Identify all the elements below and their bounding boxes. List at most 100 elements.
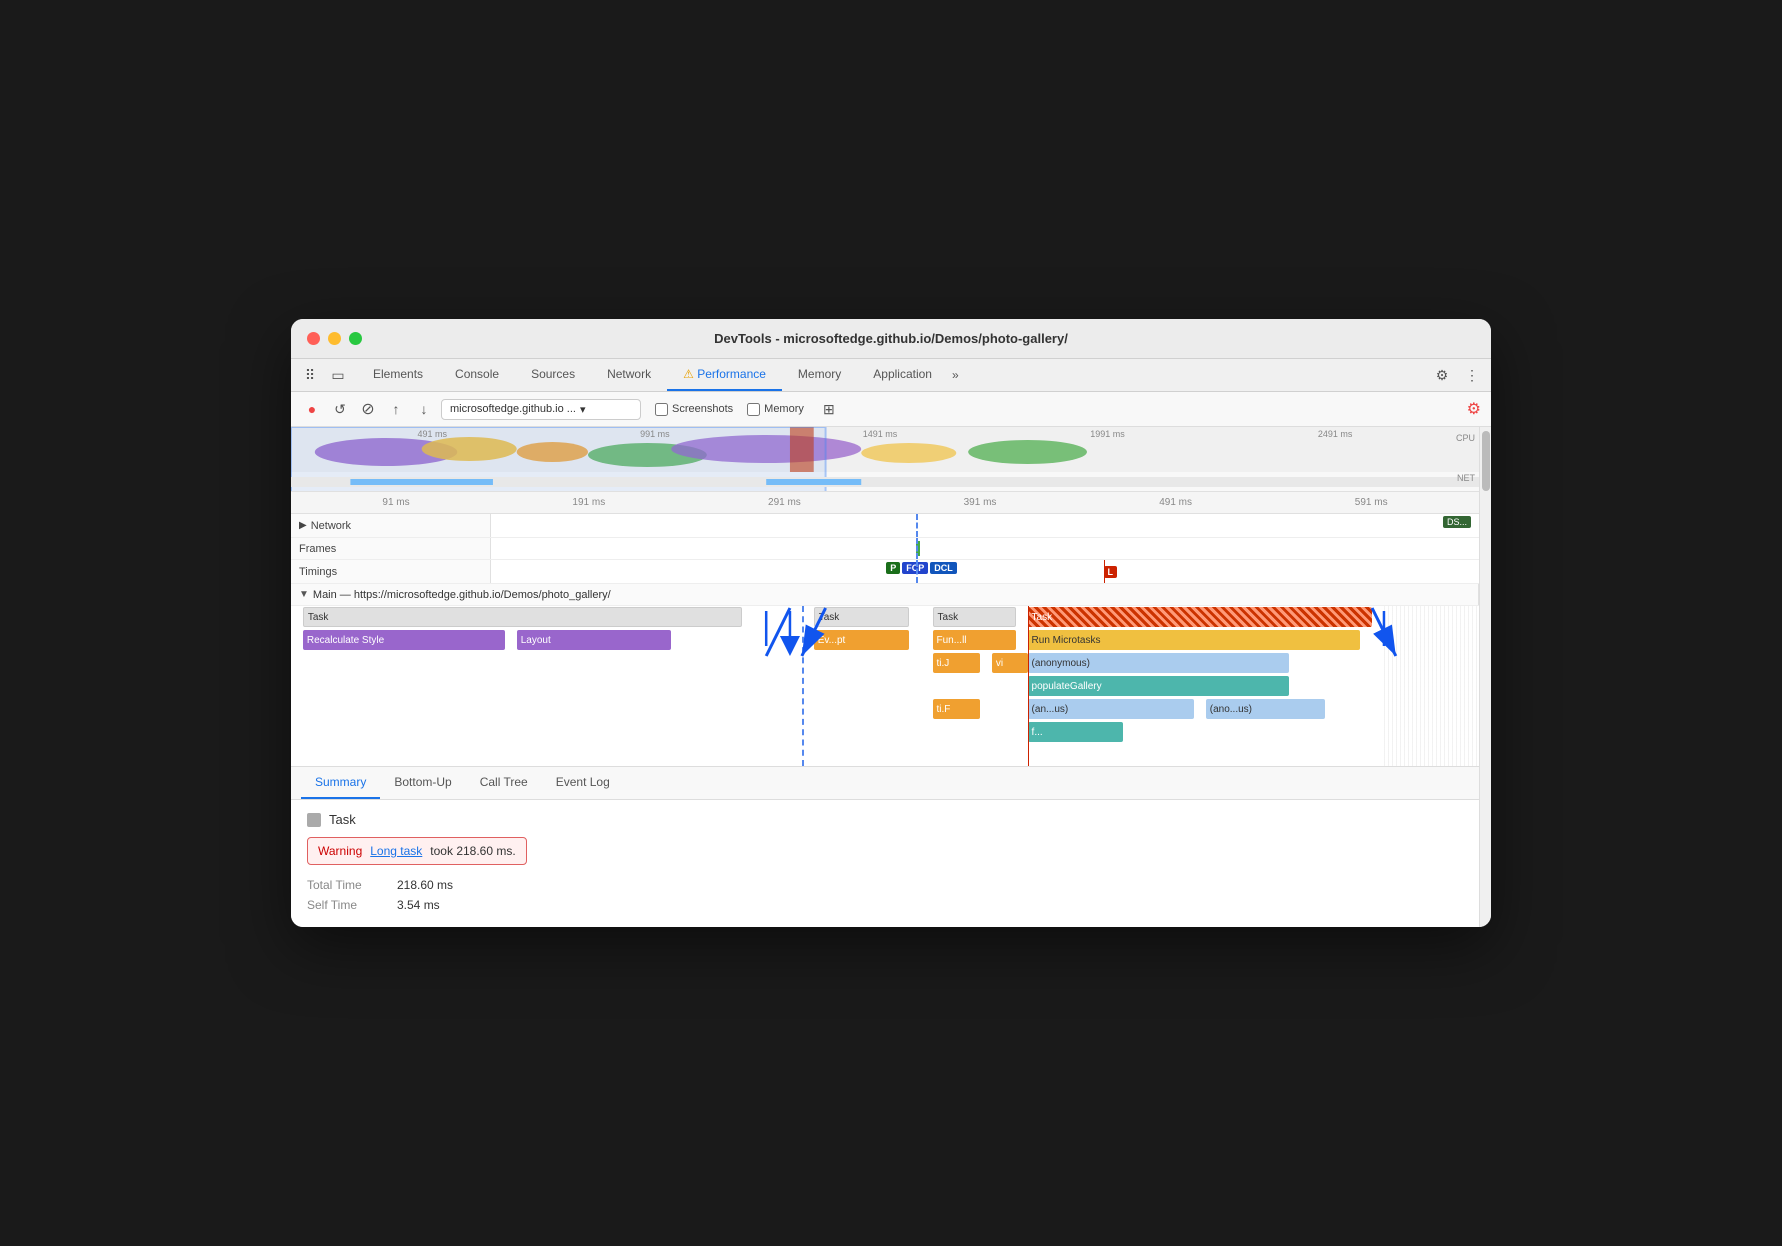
clear-button[interactable]: ⊘ (357, 398, 379, 420)
tab-application[interactable]: Application (857, 359, 948, 391)
ruler-bottom-5: 491 ms (1159, 497, 1192, 508)
task-header: Task (307, 812, 1463, 827)
timings-track-label[interactable]: Timings (291, 560, 491, 583)
window-title: DevTools - microsoftedge.github.io/Demos… (714, 331, 1068, 346)
main-expand-icon[interactable]: ▼ (299, 589, 309, 600)
fun-ll-block[interactable]: Fun...ll (933, 630, 1016, 650)
summary-content: Task Warning Long task took 218.60 ms. T… (291, 800, 1479, 927)
tab-network[interactable]: Network (591, 359, 667, 391)
performance-settings-icon[interactable]: ⚙ (1467, 399, 1481, 419)
tab-call-tree[interactable]: Call Tree (466, 767, 542, 799)
anonymous-block[interactable]: (anonymous) (1028, 653, 1289, 673)
bottom-ruler-marks: 91 ms 191 ms 291 ms 391 ms 491 ms 591 ms (291, 497, 1479, 508)
more-tabs-button[interactable]: » (948, 360, 963, 390)
task-block-3[interactable]: Task (933, 607, 1016, 627)
dashed-line (916, 514, 918, 537)
track-timings: Timings P FCP DCL L 721.3 ms (291, 560, 1479, 584)
track-frames: Frames (291, 538, 1479, 560)
ruler-mark-3: 1491 ms (863, 429, 898, 439)
network-track-label[interactable]: ▶ Network (291, 514, 491, 537)
frames-track-content[interactable] (491, 538, 1479, 559)
gear-icon[interactable]: ⚙ (1431, 364, 1453, 386)
f-block[interactable]: f... (1028, 722, 1123, 742)
frames-track-label[interactable]: Frames (291, 538, 491, 559)
flame-row-1: Task Task Task Task (291, 606, 1479, 628)
tab-memory[interactable]: Memory (782, 359, 857, 391)
network-expand-icon[interactable]: ▶ (299, 520, 307, 531)
total-time-label: Total Time (307, 878, 387, 892)
tab-sources[interactable]: Sources (515, 359, 591, 391)
tab-event-log[interactable]: Event Log (542, 767, 624, 799)
minimize-button[interactable] (328, 332, 341, 345)
task-block-long[interactable]: Task (1028, 607, 1373, 627)
tab-bar: ⠿ ▭ Elements Console Sources Network ⚠ ⚠… (291, 359, 1491, 392)
memory-checkbox[interactable]: Memory (747, 403, 804, 416)
self-time-label: Self Time (307, 898, 387, 912)
ti-j-block[interactable]: ti.J (933, 653, 981, 673)
more-options-icon[interactable]: ⋮ (1461, 364, 1483, 386)
timeline-overview[interactable]: CPU NET 491 ms 991 ms 1491 ms 1991 ms 24… (291, 427, 1479, 492)
url-display[interactable]: microsoftedge.github.io ... ▾ (441, 399, 641, 420)
ti-f-block[interactable]: ti.F (933, 699, 981, 719)
capture-screenshot-icon[interactable]: ⊞ (818, 398, 840, 420)
tab-performance[interactable]: ⚠ ⚠ PerformancePerformance (667, 359, 782, 391)
flame-row-2: Recalculate Style Layout Ev...pt Fun...l… (291, 629, 1479, 651)
timeline-overview-container: CPU NET 491 ms 991 ms 1491 ms 1991 ms 24… (291, 427, 1479, 767)
ruler-bottom-6: 591 ms (1355, 497, 1388, 508)
flamechart[interactable]: Task Task Task Task Recalculate Style La… (291, 606, 1479, 766)
scrollbar-thumb[interactable] (1482, 431, 1490, 491)
ruler-mark-5: 2491 ms (1318, 429, 1353, 439)
upload-button[interactable]: ↑ (385, 398, 407, 420)
timings-track-content[interactable]: P FCP DCL L 721.3 ms (491, 560, 1479, 583)
tab-console[interactable]: Console (439, 359, 515, 391)
timeline-ruler: 91 ms 191 ms 291 ms 391 ms 491 ms 591 ms (291, 492, 1479, 514)
inspect-icon[interactable]: ⠿ (299, 364, 321, 386)
self-time-value: 3.54 ms (397, 898, 440, 912)
vi-block[interactable]: vi (992, 653, 1028, 673)
total-time-row: Total Time 218.60 ms (307, 875, 1463, 895)
populate-gallery-block[interactable]: populateGallery (1028, 676, 1289, 696)
task-block-2[interactable]: Task (814, 607, 909, 627)
screenshots-checkbox[interactable]: Screenshots (655, 403, 733, 416)
main-track-label[interactable]: ▼ Main — https://microsoftedge.github.io… (291, 584, 1479, 605)
ruler-mark-4: 1991 ms (1090, 429, 1125, 439)
timing-badges: P FCP DCL (886, 562, 957, 574)
download-button[interactable]: ↓ (413, 398, 435, 420)
long-task-link[interactable]: Long task (370, 844, 422, 858)
stripes-overlay (1384, 606, 1479, 766)
scrollbar[interactable] (1479, 427, 1491, 927)
url-dropdown-icon[interactable]: ▾ (580, 403, 586, 416)
url-text: microsoftedge.github.io ... (450, 403, 576, 415)
ruler-bottom-4: 391 ms (964, 497, 997, 508)
close-button[interactable] (307, 332, 320, 345)
network-track-content[interactable]: DS... (491, 514, 1479, 537)
track-main-header: ▼ Main — https://microsoftedge.github.io… (291, 584, 1479, 606)
p-badge: P (886, 562, 900, 574)
ano-us-block[interactable]: (ano...us) (1206, 699, 1325, 719)
tab-bottom-up[interactable]: Bottom-Up (380, 767, 465, 799)
record-button[interactable]: ● (301, 398, 323, 420)
device-icon[interactable]: ▭ (327, 364, 349, 386)
ruler-bottom-1: 91 ms (382, 497, 409, 508)
performance-toolbar: ● ↺ ⊘ ↑ ↓ microsoftedge.github.io ... ▾ … (291, 392, 1491, 427)
dashed-line-flame (802, 606, 804, 766)
tab-settings-area: ⚙ ⋮ (1431, 364, 1483, 386)
run-microtasks-block[interactable]: Run Microtasks (1028, 630, 1361, 650)
recalc-style-block[interactable]: Recalculate Style (303, 630, 505, 650)
l-badge: L (1104, 566, 1118, 578)
net-label: NET (1457, 473, 1475, 483)
ruler-bottom-3: 291 ms (768, 497, 801, 508)
track-network: ▶ Network DS... (291, 514, 1479, 538)
tab-summary[interactable]: Summary (301, 767, 380, 799)
dashed-line-timings (916, 560, 918, 583)
maximize-button[interactable] (349, 332, 362, 345)
reload-button[interactable]: ↺ (329, 398, 351, 420)
ds-badge: DS... (1443, 516, 1471, 528)
an-us-block[interactable]: (an...us) (1028, 699, 1194, 719)
tab-elements[interactable]: Elements (357, 359, 439, 391)
task-block-1[interactable]: Task (303, 607, 743, 627)
main-left: CPU NET 491 ms 991 ms 1491 ms 1991 ms 24… (291, 427, 1479, 927)
layout-block[interactable]: Layout (517, 630, 671, 650)
top-ruler: 491 ms 991 ms 1491 ms 1991 ms 2491 ms (291, 429, 1479, 439)
ev-pt-block[interactable]: Ev...pt (814, 630, 909, 650)
